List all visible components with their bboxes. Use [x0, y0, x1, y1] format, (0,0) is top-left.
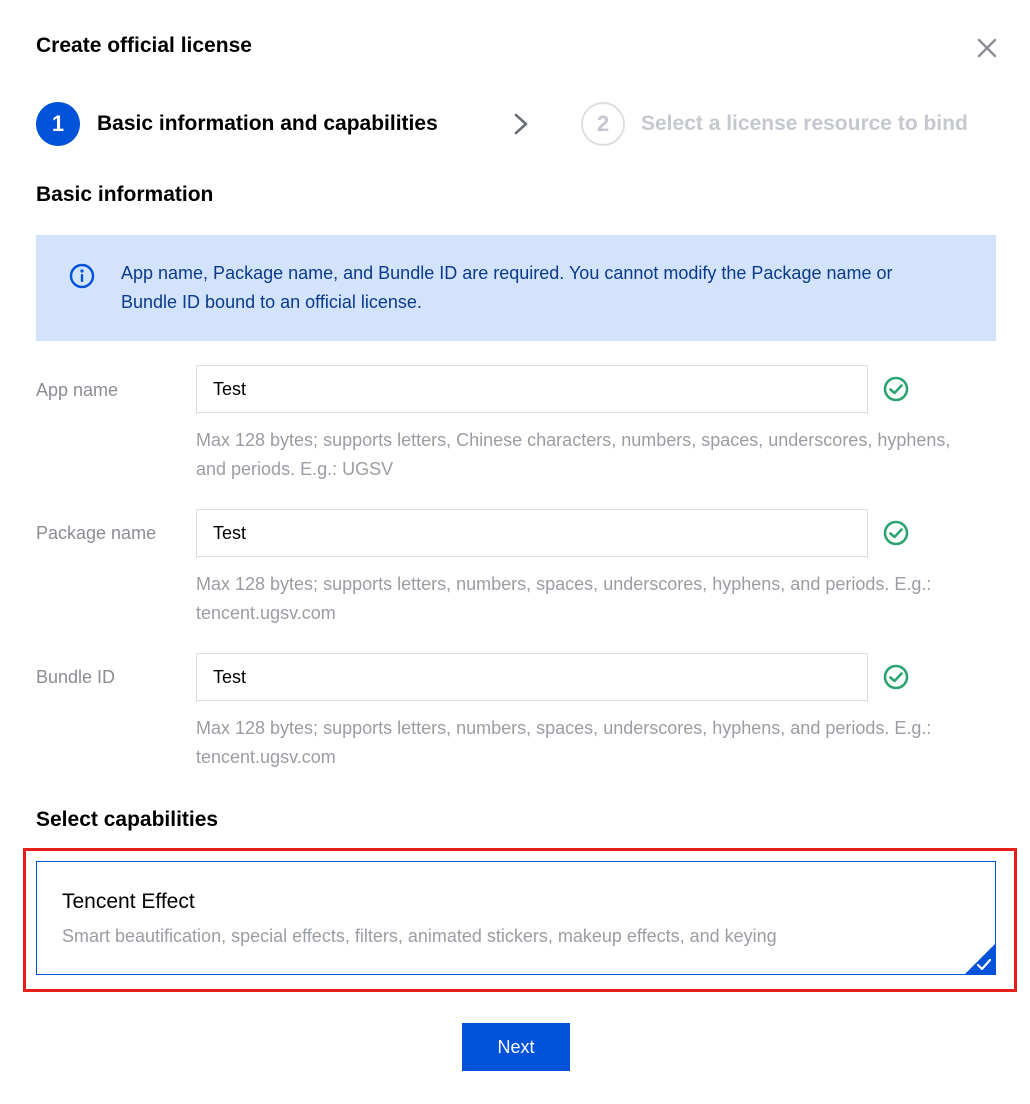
notice-text: App name, Package name, and Bundle ID ar… [121, 263, 893, 312]
next-button[interactable]: Next [462, 1023, 570, 1071]
step-1-label: Basic information and capabilities [97, 112, 438, 135]
create-license-dialog: Create official license 1 Basic informat… [0, 0, 1030, 1104]
step-1-indicator: 1 [36, 102, 80, 146]
package-name-input[interactable]: Test [196, 509, 868, 557]
package-name-help: Max 128 bytes; supports letters, numbers… [196, 574, 932, 623]
capabilities-heading: Select capabilities [36, 808, 219, 831]
check-circle-icon [882, 375, 910, 403]
dialog-title: Create official license [36, 34, 252, 57]
check-circle-icon [882, 519, 910, 547]
step-2-indicator: 2 [581, 102, 625, 146]
bundle-id-label: Bundle ID [36, 667, 116, 687]
bundle-id-input[interactable]: Test [196, 653, 868, 701]
capability-title: Tencent Effect [62, 890, 195, 913]
check-circle-icon [882, 663, 910, 691]
basic-info-heading: Basic information [36, 183, 214, 206]
checkmark-corner-icon [965, 944, 995, 974]
chevron-right-icon [510, 110, 534, 138]
app-name-help: Max 128 bytes; supports letters, Chinese… [196, 430, 951, 479]
capability-description: Smart beautification, special effects, f… [62, 926, 777, 946]
app-name-input[interactable]: Test [196, 365, 868, 413]
close-icon[interactable] [973, 34, 1001, 62]
bundle-id-help: Max 128 bytes; supports letters, numbers… [196, 718, 932, 767]
info-notice: App name, Package name, and Bundle ID ar… [36, 235, 996, 341]
app-name-label: App name [36, 380, 119, 400]
capability-card-tencent-effect[interactable]: Tencent Effect Smart beautification, spe… [36, 861, 996, 975]
package-name-label: Package name [36, 523, 157, 543]
info-icon [69, 263, 95, 289]
step-2-label: Select a license resource to bind [641, 112, 968, 135]
